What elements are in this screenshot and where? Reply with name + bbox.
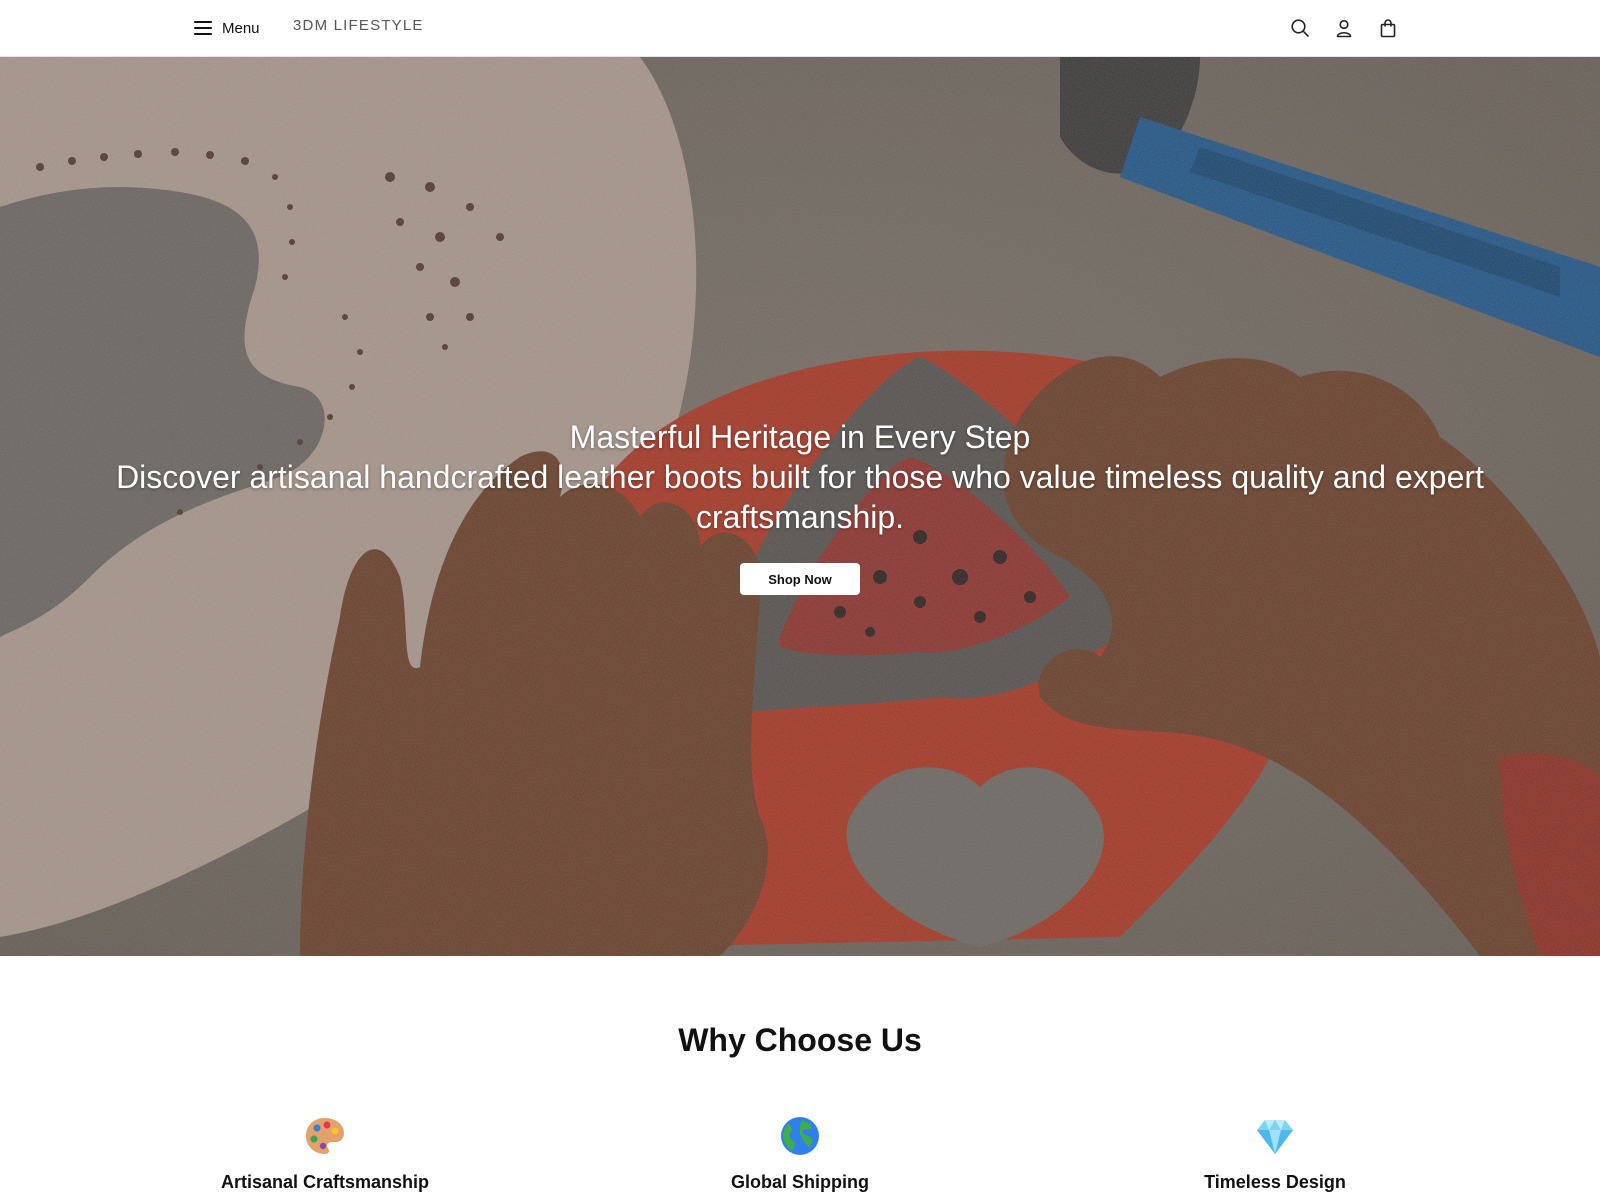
site-header: Menu 3DM LIFESTYLE (0, 0, 1600, 57)
bag-icon[interactable] (1376, 16, 1400, 40)
why-choose-us-heading: Why Choose Us (678, 1022, 922, 1058)
menu-button[interactable]: Menu (194, 17, 260, 39)
hero-copy: Masterful Heritage in Every Step Discove… (100, 417, 1500, 537)
feature-timeless-design: Timeless Design (1125, 1114, 1425, 1193)
hero-banner: Masterful Heritage in Every Step Discove… (0, 57, 1600, 956)
hero-title: Masterful Heritage in Every Step (569, 419, 1031, 455)
menu-label: Menu (222, 19, 260, 37)
brand-logo[interactable]: 3DM LIFESTYLE (293, 17, 424, 34)
hamburger-icon (194, 21, 212, 35)
gem-icon (1257, 1120, 1293, 1154)
hero-subtitle: Discover artisanal handcrafted leather b… (116, 459, 1484, 535)
search-icon[interactable] (1288, 16, 1312, 40)
user-icon[interactable] (1332, 16, 1356, 40)
feature-label: Timeless Design (1204, 1172, 1346, 1192)
feature-artisanal-craftsmanship: Artisanal Craftsmanship (175, 1114, 475, 1193)
feature-label: Global Shipping (731, 1172, 869, 1192)
header-actions (1288, 16, 1400, 40)
feature-global-shipping: Global Shipping (650, 1114, 950, 1193)
shop-now-button[interactable]: Shop Now (740, 563, 860, 595)
feature-label: Artisanal Craftsmanship (220, 1172, 430, 1192)
palette-icon (306, 1118, 344, 1154)
globe-icon (781, 1117, 819, 1155)
